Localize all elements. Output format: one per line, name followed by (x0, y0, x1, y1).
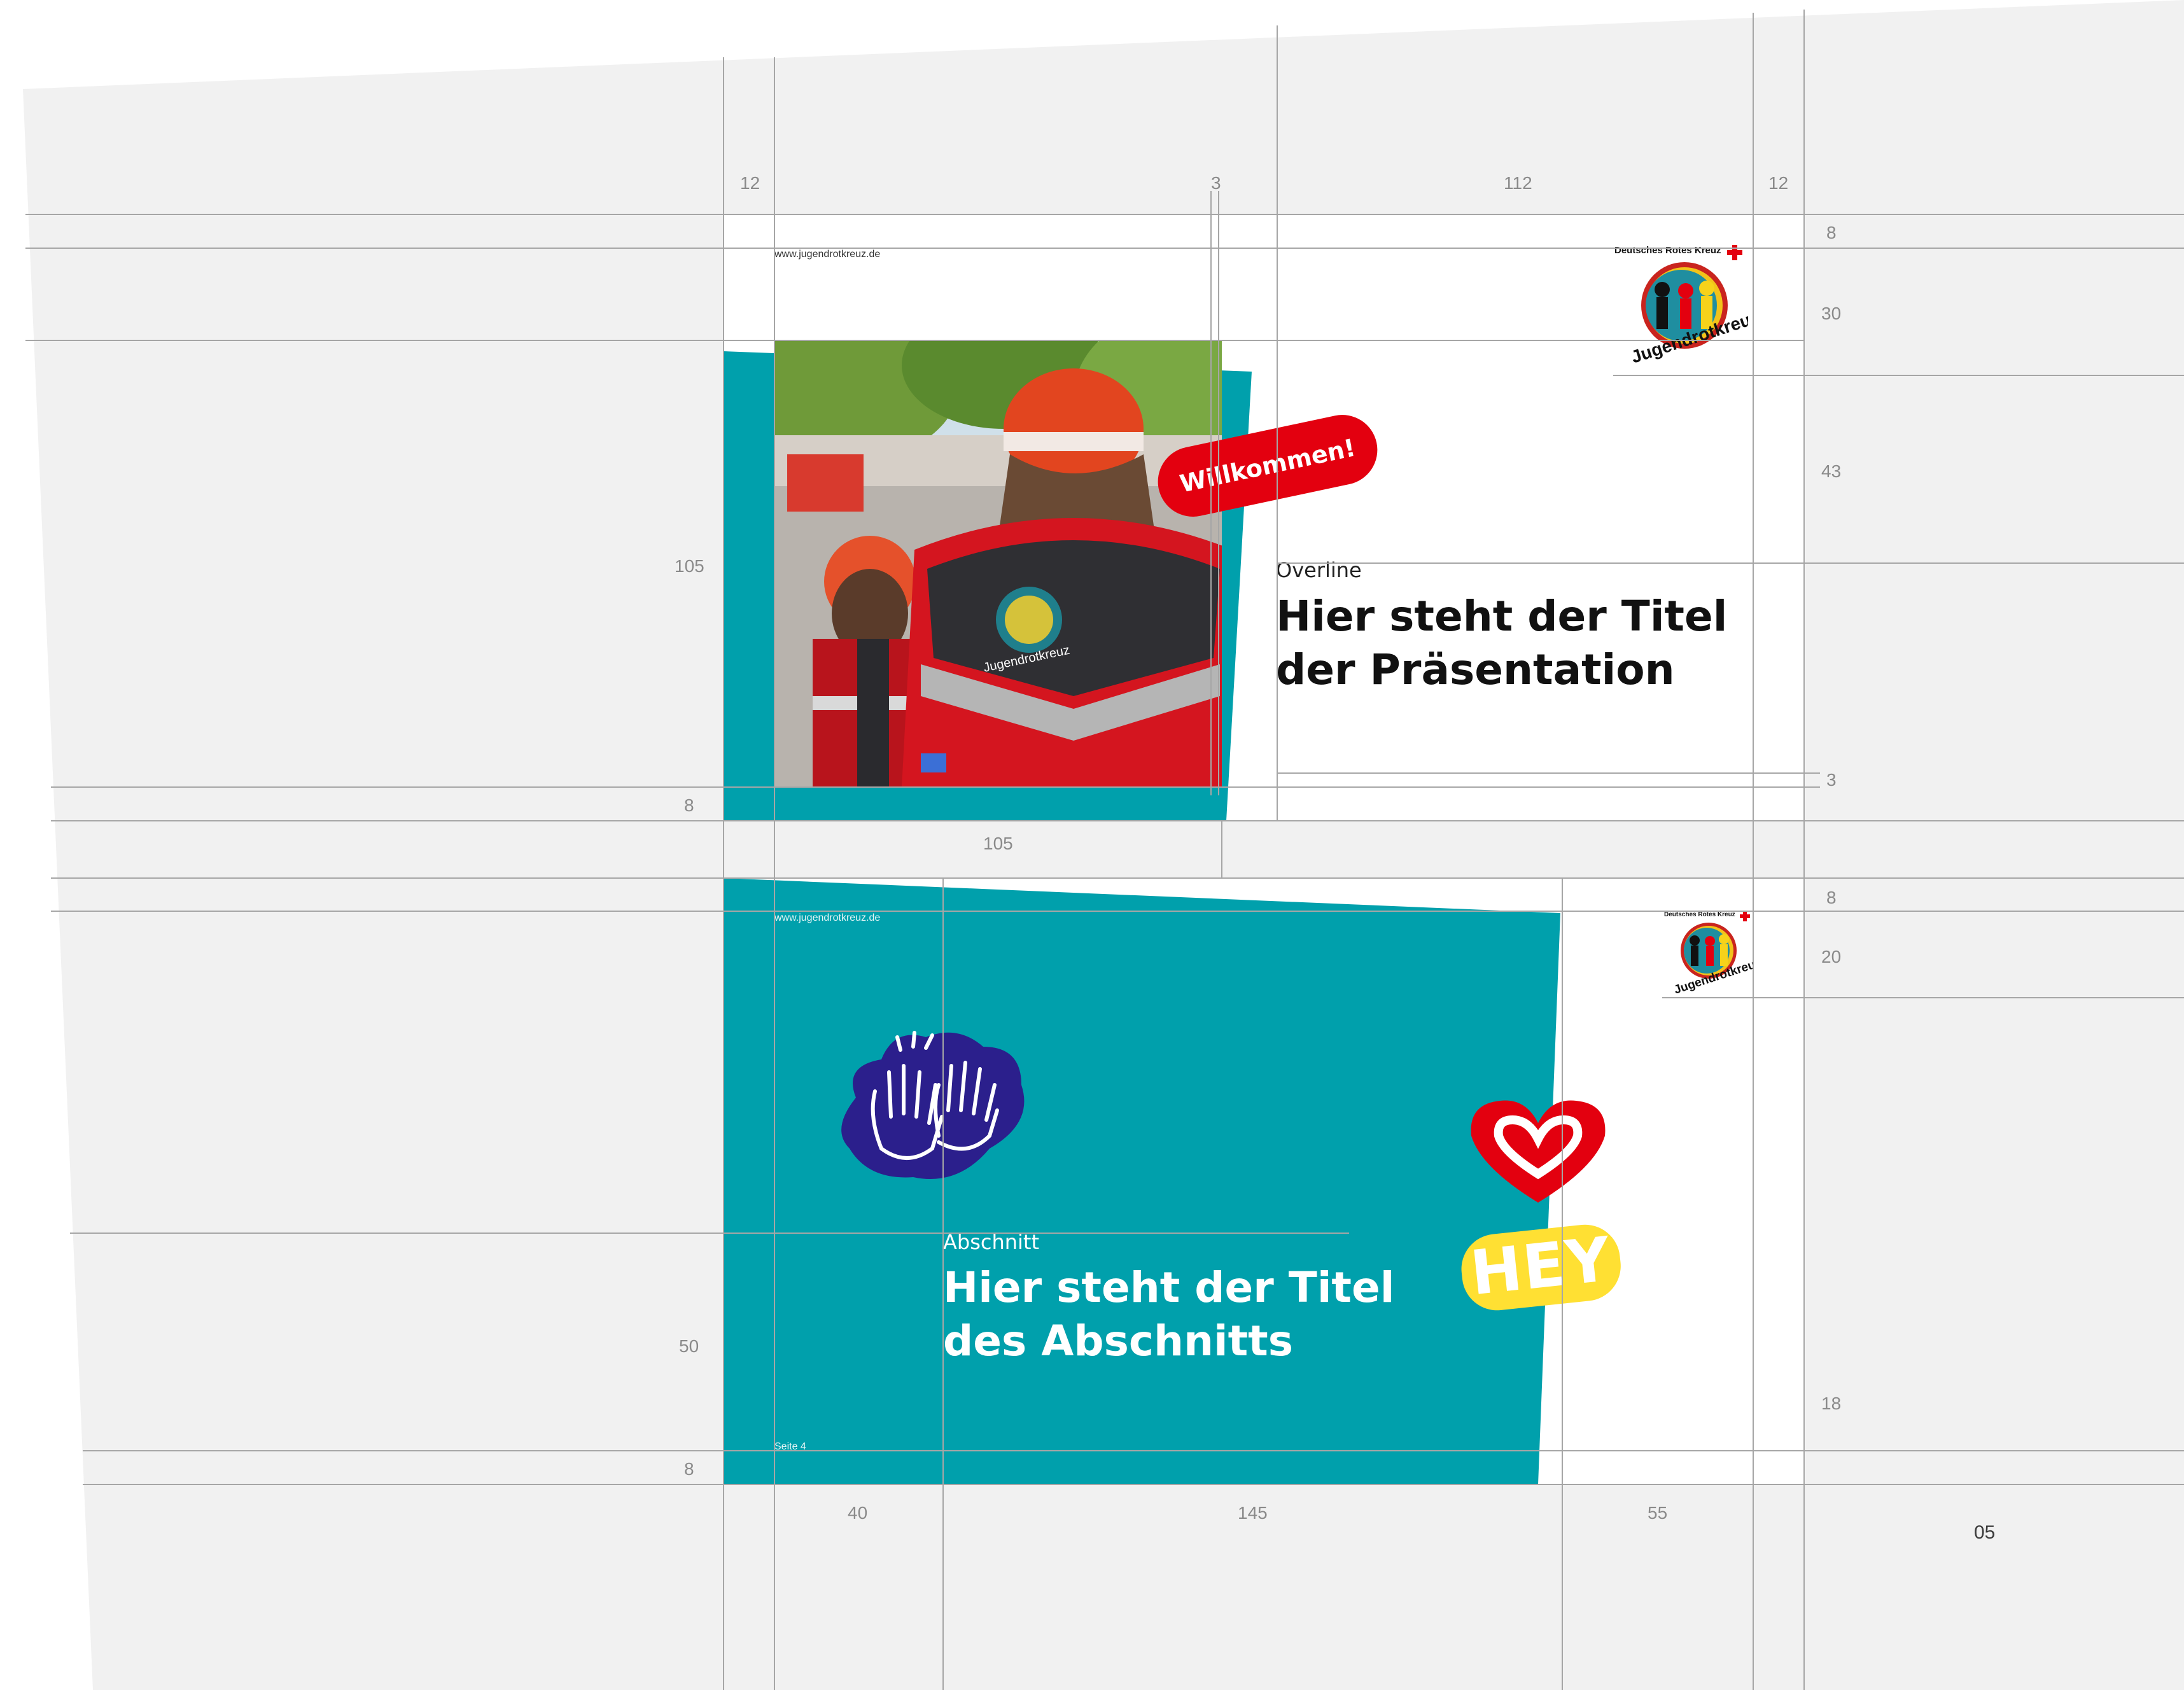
measure-label: 18 (1821, 1393, 1842, 1413)
measure-label: 105 (983, 834, 1013, 853)
measure-label: 8 (684, 795, 694, 815)
measure-label: 8 (684, 1459, 694, 1479)
measure-label: 12 (740, 173, 760, 193)
measure-label: 55 (1648, 1503, 1668, 1523)
measure-label: 12 (1768, 173, 1789, 193)
measure-label: 8 (1826, 888, 1837, 907)
measure-label: 30 (1821, 304, 1842, 323)
measure-label: 43 (1821, 461, 1842, 481)
measure-label: 20 (1821, 947, 1842, 967)
layout-guides (25, 10, 2184, 1690)
measure-label: 105 (675, 556, 704, 576)
measure-label: 112 (1504, 173, 1532, 193)
measure-label: 145 (1238, 1503, 1268, 1523)
measure-label: 3 (1211, 173, 1221, 193)
measure-label: 50 (679, 1336, 699, 1356)
measure-label: 8 (1826, 223, 1837, 242)
measure-label: 3 (1826, 770, 1837, 790)
layout-canvas: www.jugendrotkreuz.de Jugendrotkreuz Wil… (0, 0, 2184, 1690)
measure-label: 40 (848, 1503, 868, 1523)
page-number: 05 (1974, 1522, 1996, 1543)
